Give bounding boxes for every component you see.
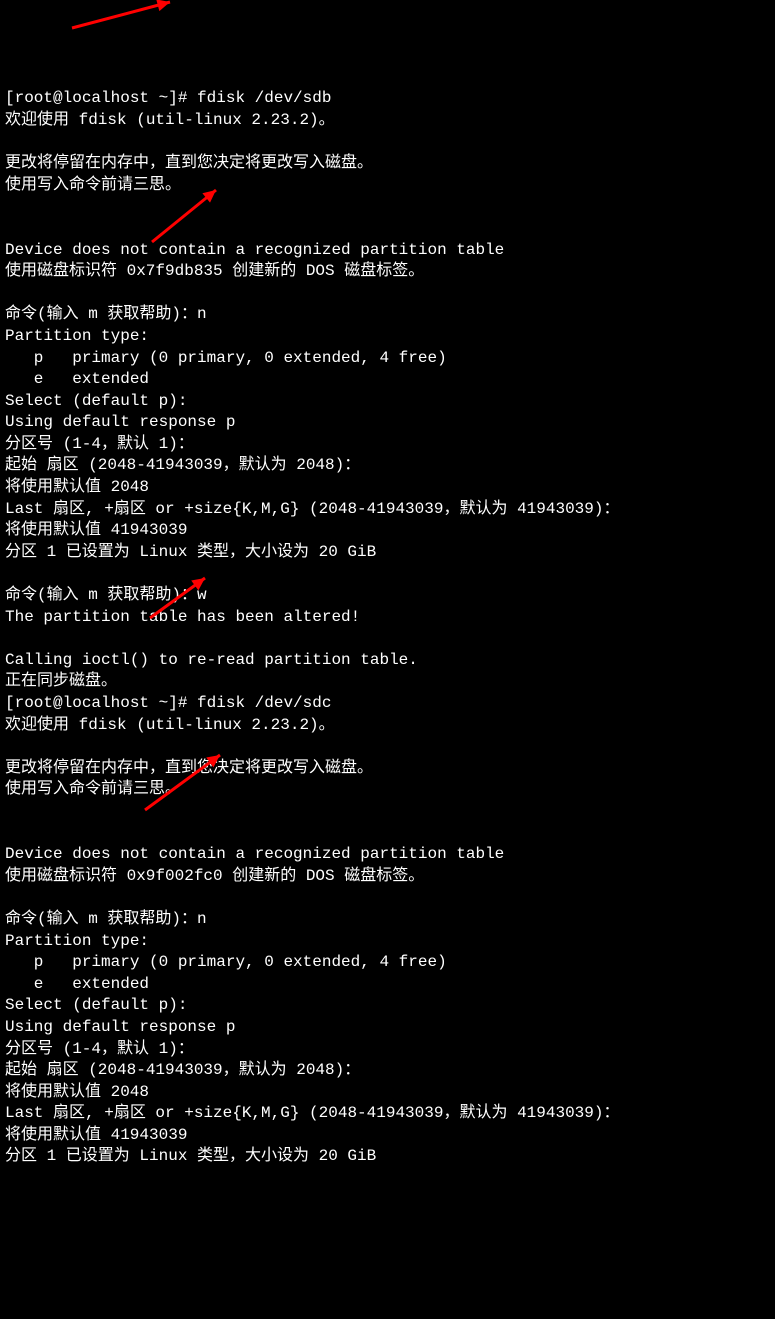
terminal-output: [root@localhost ~]# fdisk /dev/sdb欢迎使用 f… [5, 88, 770, 1168]
terminal-line: 将使用默认值 41943039 [5, 520, 770, 542]
terminal-line: 欢迎使用 fdisk (util-linux 2.23.2)。 [5, 715, 770, 737]
terminal-line: p primary (0 primary, 0 extended, 4 free… [5, 952, 770, 974]
terminal-line: e extended [5, 369, 770, 391]
terminal-line: 命令(输入 m 获取帮助)：n [5, 304, 770, 326]
terminal-line: 使用磁盘标识符 0x7f9db835 创建新的 DOS 磁盘标签。 [5, 261, 770, 283]
terminal-line: 使用写入命令前请三思。 [5, 779, 770, 801]
terminal-line: 将使用默认值 2048 [5, 477, 770, 499]
terminal-line [5, 736, 770, 758]
terminal-line: 分区 1 已设置为 Linux 类型，大小设为 20 GiB [5, 542, 770, 564]
terminal-line: Device does not contain a recognized par… [5, 844, 770, 866]
terminal-line: Select (default p): [5, 391, 770, 413]
terminal-line: Device does not contain a recognized par… [5, 240, 770, 262]
terminal-line [5, 283, 770, 305]
terminal-line: Calling ioctl() to re-read partition tab… [5, 650, 770, 672]
terminal-line: Using default response p [5, 1017, 770, 1039]
terminal-line: [root@localhost ~]# fdisk /dev/sdc [5, 693, 770, 715]
terminal-line: 更改将停留在内存中，直到您决定将更改写入磁盘。 [5, 153, 770, 175]
terminal-line: 使用写入命令前请三思。 [5, 175, 770, 197]
terminal-line: 更改将停留在内存中，直到您决定将更改写入磁盘。 [5, 758, 770, 780]
terminal-line: 分区号 (1-4，默认 1)： [5, 1039, 770, 1061]
terminal-line: 正在同步磁盘。 [5, 671, 770, 693]
terminal-line [5, 218, 770, 240]
terminal-line: Select (default p): [5, 995, 770, 1017]
terminal-line: 欢迎使用 fdisk (util-linux 2.23.2)。 [5, 110, 770, 132]
terminal-line [5, 563, 770, 585]
terminal-line: Last 扇区, +扇区 or +size{K,M,G} (2048-41943… [5, 499, 770, 521]
terminal-line: 起始 扇区 (2048-41943039，默认为 2048)： [5, 455, 770, 477]
terminal-line [5, 196, 770, 218]
terminal-line: [root@localhost ~]# fdisk /dev/sdb [5, 88, 770, 110]
terminal-line: 使用磁盘标识符 0x9f002fc0 创建新的 DOS 磁盘标签。 [5, 866, 770, 888]
terminal-line: e extended [5, 974, 770, 996]
terminal-line [5, 132, 770, 154]
terminal-line [5, 628, 770, 650]
terminal-line: Partition type: [5, 931, 770, 953]
terminal-line: 分区号 (1-4，默认 1)： [5, 434, 770, 456]
terminal-line [5, 823, 770, 845]
terminal-line: Using default response p [5, 412, 770, 434]
annotation-arrow-icon [60, 0, 182, 40]
terminal-line: Last 扇区, +扇区 or +size{K,M,G} (2048-41943… [5, 1103, 770, 1125]
terminal-line [5, 887, 770, 909]
terminal-line: 命令(输入 m 获取帮助)：n [5, 909, 770, 931]
terminal-line: 将使用默认值 2048 [5, 1082, 770, 1104]
terminal-line [5, 801, 770, 823]
terminal-line: 将使用默认值 41943039 [5, 1125, 770, 1147]
terminal-line: 起始 扇区 (2048-41943039，默认为 2048)： [5, 1060, 770, 1082]
terminal-line: 分区 1 已设置为 Linux 类型，大小设为 20 GiB [5, 1146, 770, 1168]
terminal-line: p primary (0 primary, 0 extended, 4 free… [5, 348, 770, 370]
terminal-line: Partition type: [5, 326, 770, 348]
terminal-line: 命令(输入 m 获取帮助)：w [5, 585, 770, 607]
terminal-line: The partition table has been altered! [5, 607, 770, 629]
